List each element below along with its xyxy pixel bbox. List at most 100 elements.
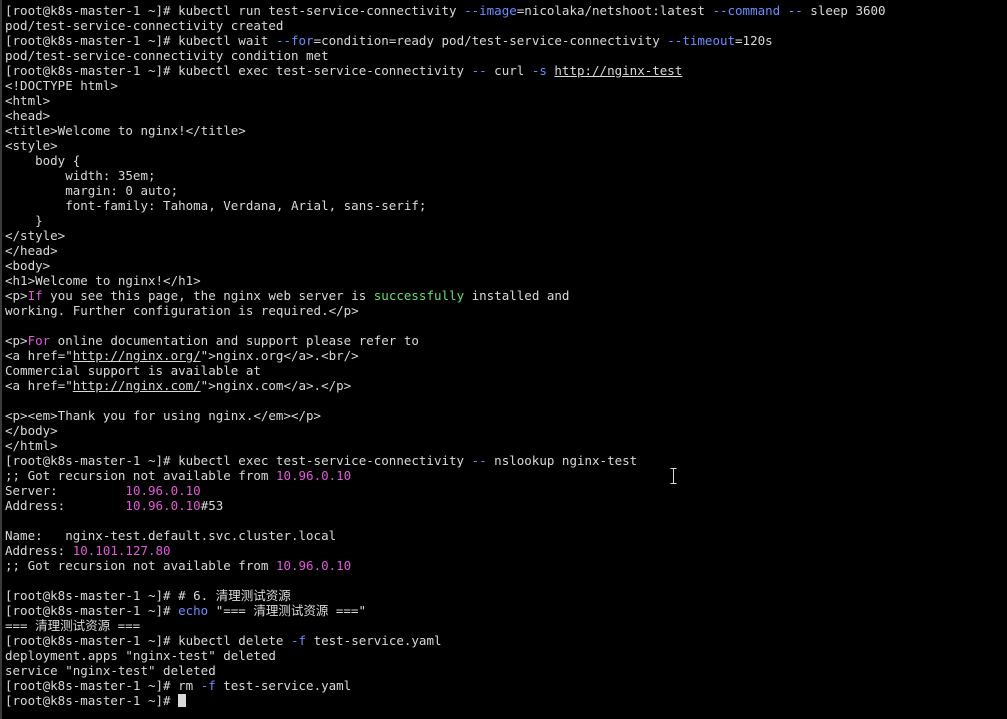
- url-link[interactable]: http://nginx.org/: [73, 348, 201, 363]
- terminal-line: <h1>Welcome to nginx!</h1>: [5, 273, 1007, 288]
- terminal-line: Address: 10.101.127.80: [5, 543, 1007, 558]
- terminal-text: <h1>Welcome to nginx!</h1>: [5, 273, 201, 288]
- terminal-text: test-service.yaml: [215, 678, 352, 693]
- terminal-line: </body>: [5, 423, 1007, 438]
- terminal-line: <title>Welcome to nginx!</title>: [5, 123, 1007, 138]
- terminal-text: you see this page, the nginx web server …: [42, 288, 374, 303]
- text-cursor-ibeam-icon: [670, 468, 677, 484]
- terminal-line: <p>For online documentation and support …: [5, 333, 1007, 348]
- terminal-line: === 清理测试资源 ===: [5, 618, 1007, 633]
- terminal-text: sleep 3600: [802, 3, 886, 18]
- terminal-text: -f: [290, 633, 307, 648]
- terminal-line: pod/test-service-connectivity condition …: [5, 48, 1007, 63]
- terminal-text: margin: 0 auto;: [5, 183, 179, 198]
- terminal-text: test-service.yaml: [306, 633, 442, 648]
- terminal-text: </html>: [5, 438, 58, 453]
- terminal-line: <p><em>Thank you for using nginx.</em></…: [5, 408, 1007, 423]
- terminal-text: Commercial support is available at: [5, 363, 261, 378]
- terminal-text: installed and: [464, 288, 570, 303]
- terminal-line: margin: 0 auto;: [5, 183, 1007, 198]
- terminal-line: Server: 10.96.0.10: [5, 483, 1007, 498]
- terminal-text: --: [471, 63, 487, 78]
- terminal-text: }: [5, 213, 43, 228]
- terminal-text: #53: [200, 498, 224, 513]
- terminal-text: nslookup nginx-test: [486, 453, 638, 468]
- terminal-text: <html>: [5, 93, 51, 108]
- terminal-text: Address:: [5, 543, 73, 558]
- terminal-line: [root@k8s-master-1 ~]# kubectl exec test…: [5, 63, 1007, 78]
- terminal-line: [root@k8s-master-1 ~]# kubectl exec test…: [5, 453, 1007, 468]
- terminal-text: Server:: [5, 483, 126, 498]
- terminal-text: 10.96.0.10: [125, 498, 201, 513]
- terminal-text: <p>: [5, 288, 28, 303]
- terminal-text: pod/test-service-connectivity condition …: [5, 48, 329, 63]
- terminal-line: Name: nginx-test.default.svc.cluster.loc…: [5, 528, 1007, 543]
- terminal-text: 10.96.0.10: [275, 468, 352, 483]
- terminal-text: width: 35em;: [5, 168, 156, 183]
- terminal-block-cursor: [178, 694, 187, 707]
- terminal-text: --: [787, 3, 803, 18]
- url-link[interactable]: http://nginx.com/: [73, 378, 201, 393]
- terminal-text: curl: [486, 63, 532, 78]
- terminal-text: <!DOCTYPE html>: [5, 78, 118, 93]
- terminal-text: --timeout: [667, 33, 736, 48]
- terminal-line: [root@k8s-master-1 ~]# echo "=== 清理测试资源 …: [5, 603, 1007, 618]
- terminal-text: </body>: [5, 423, 58, 438]
- terminal-text: <style>: [5, 138, 58, 153]
- terminal-text: [root@k8s-master-1 ~]# kubectl run test-…: [5, 3, 465, 18]
- terminal-text: <body>: [5, 258, 51, 273]
- terminal-line: [root@k8s-master-1 ~]# kubectl run test-…: [5, 3, 1007, 18]
- terminal-text: body {: [5, 153, 81, 168]
- terminal-line: width: 35em;: [5, 168, 1007, 183]
- terminal-text: [root@k8s-master-1 ~]# kubectl wait: [5, 33, 276, 48]
- terminal-line: [root@k8s-master-1 ~]#: [5, 693, 1007, 708]
- terminal-text: [root@k8s-master-1 ~]# rm: [5, 678, 201, 693]
- terminal-text: [root@k8s-master-1 ~]# kubectl delete: [5, 633, 291, 648]
- terminal-text: 10.101.127.80: [72, 543, 171, 558]
- terminal-text: Address:: [5, 498, 126, 513]
- terminal-line: working. Further configuration is requir…: [5, 303, 1007, 318]
- terminal-text: font-family: Tahoma, Verdana, Arial, san…: [5, 198, 427, 213]
- terminal-text: ">nginx.org</a>.<br/>: [200, 348, 359, 363]
- terminal-text: =120s: [735, 33, 773, 48]
- terminal-line: body {: [5, 153, 1007, 168]
- terminal-text: <a href=": [5, 378, 73, 393]
- terminal-line: ;; Got recursion not available from 10.9…: [5, 468, 1007, 483]
- terminal-line: <body>: [5, 258, 1007, 273]
- terminal-text: [root@k8s-master-1 ~]# kubectl exec test…: [5, 453, 472, 468]
- terminal-window[interactable]: [root@k8s-master-1 ~]# kubectl run test-…: [0, 0, 1007, 719]
- terminal-line: </html>: [5, 438, 1007, 453]
- terminal-line: <head>: [5, 108, 1007, 123]
- terminal-text: -s: [531, 63, 547, 78]
- terminal-line: </head>: [5, 243, 1007, 258]
- terminal-text: <a href=": [5, 348, 73, 363]
- terminal-text: [root@k8s-master-1 ~]#: [5, 603, 179, 618]
- terminal-line: pod/test-service-connectivity created: [5, 18, 1007, 33]
- terminal-line: Address: 10.96.0.10#53: [5, 498, 1007, 513]
- terminal-line: ;; Got recursion not available from 10.9…: [5, 558, 1007, 573]
- terminal-text: Name: nginx-test.default.svc.cluster.loc…: [5, 528, 337, 543]
- terminal-text: pod/test-service-connectivity created: [5, 18, 284, 33]
- terminal-line: <style>: [5, 138, 1007, 153]
- terminal-text: If: [27, 288, 43, 303]
- terminal-line: <a href="http://nginx.com/">nginx.com</a…: [5, 378, 1007, 393]
- terminal-line: service "nginx-test" deleted: [5, 663, 1007, 678]
- terminal-line: <!DOCTYPE html>: [5, 78, 1007, 93]
- terminal-line: }: [5, 213, 1007, 228]
- terminal-text: --for: [275, 33, 314, 48]
- terminal-text: --: [471, 453, 487, 468]
- terminal-text: "=== 清理测试资源 ===": [208, 603, 366, 618]
- terminal-text: [root@k8s-master-1 ~]#: [5, 693, 179, 708]
- terminal-line: <html>: [5, 93, 1007, 108]
- terminal-line: <a href="http://nginx.org/">nginx.org</a…: [5, 348, 1007, 363]
- terminal-text: <head>: [5, 108, 51, 123]
- terminal-text: service "nginx-test" deleted: [5, 663, 216, 678]
- url-link[interactable]: http://nginx-test: [554, 63, 682, 78]
- terminal-text: <title>Welcome to nginx!</title>: [5, 123, 246, 138]
- terminal-line: [root@k8s-master-1 ~]# kubectl wait --fo…: [5, 33, 1007, 48]
- terminal-line: Commercial support is available at: [5, 363, 1007, 378]
